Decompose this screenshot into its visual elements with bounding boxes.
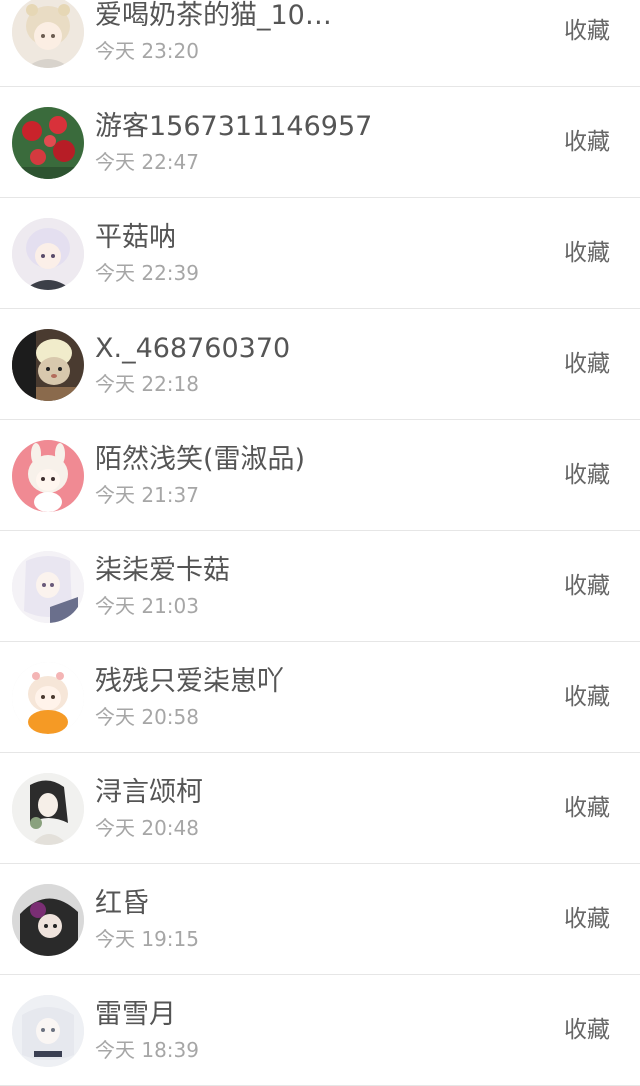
timestamp: 今天 21:37	[95, 483, 199, 507]
avatar[interactable]	[12, 218, 84, 290]
user-name: 浔言颂柯	[95, 777, 203, 808]
favorite-button[interactable]: 收藏	[564, 460, 610, 490]
favorite-button[interactable]: 收藏	[564, 904, 610, 934]
timestamp: 今天 20:58	[95, 705, 199, 729]
avatar[interactable]	[12, 884, 84, 956]
favorite-button[interactable]: 收藏	[564, 16, 610, 46]
list-item[interactable]: X._468760370 今天 22:18 收藏	[0, 309, 640, 420]
user-name: 残残只爱柒崽吖	[95, 666, 284, 697]
list-item[interactable]: 残残只爱柒崽吖 今天 20:58 收藏	[0, 642, 640, 753]
timestamp: 今天 22:18	[95, 372, 199, 396]
timestamp: 今天 20:48	[95, 816, 199, 840]
user-name: 红昏	[95, 888, 149, 919]
list-item[interactable]: 柒柒爱卡菇 今天 21:03 收藏	[0, 531, 640, 642]
avatar[interactable]	[12, 773, 84, 845]
favorite-button[interactable]: 收藏	[564, 238, 610, 268]
favorite-button[interactable]: 收藏	[564, 571, 610, 601]
list-item[interactable]: 红昏 今天 19:15 收藏	[0, 864, 640, 975]
favorite-button[interactable]: 收藏	[564, 349, 610, 379]
list-item[interactable]: 平菇呐 今天 22:39 收藏	[0, 198, 640, 309]
avatar[interactable]	[12, 0, 84, 68]
avatar[interactable]	[12, 551, 84, 623]
list-item[interactable]: 浔言颂柯 今天 20:48 收藏	[0, 753, 640, 864]
avatar[interactable]	[12, 329, 84, 401]
avatar[interactable]	[12, 662, 84, 734]
timestamp: 今天 21:03	[95, 594, 199, 618]
list-item[interactable]: 爱喝奶茶的猫_10… 今天 23:20 收藏	[0, 0, 640, 87]
user-name: 爱喝奶茶的猫_10…	[95, 0, 332, 31]
avatar[interactable]	[12, 440, 84, 512]
list-item[interactable]: 雷雪月 今天 18:39 收藏	[0, 975, 640, 1086]
favorite-button[interactable]: 收藏	[564, 793, 610, 823]
timestamp: 今天 22:39	[95, 261, 199, 285]
user-name: 陌然浅笑(雷淑品)	[95, 444, 306, 475]
list-item[interactable]: 游客1567311146957 今天 22:47 收藏	[0, 87, 640, 198]
user-name: 游客1567311146957	[95, 111, 373, 142]
list-item[interactable]: 陌然浅笑(雷淑品) 今天 21:37 收藏	[0, 420, 640, 531]
timestamp: 今天 18:39	[95, 1038, 199, 1062]
favorite-button[interactable]: 收藏	[564, 682, 610, 712]
timestamp: 今天 22:47	[95, 150, 199, 174]
favorites-list: 爱喝奶茶的猫_10… 今天 23:20 收藏 游客1567311146957 今…	[0, 0, 640, 1086]
user-name: 平菇呐	[95, 222, 176, 253]
user-name: 柒柒爱卡菇	[95, 555, 230, 586]
avatar[interactable]	[12, 995, 84, 1067]
avatar[interactable]	[12, 107, 84, 179]
favorite-button[interactable]: 收藏	[564, 127, 610, 157]
timestamp: 今天 19:15	[95, 927, 199, 951]
user-name: X._468760370	[95, 333, 291, 364]
timestamp: 今天 23:20	[95, 39, 199, 63]
favorite-button[interactable]: 收藏	[564, 1015, 610, 1045]
user-name: 雷雪月	[95, 999, 176, 1030]
